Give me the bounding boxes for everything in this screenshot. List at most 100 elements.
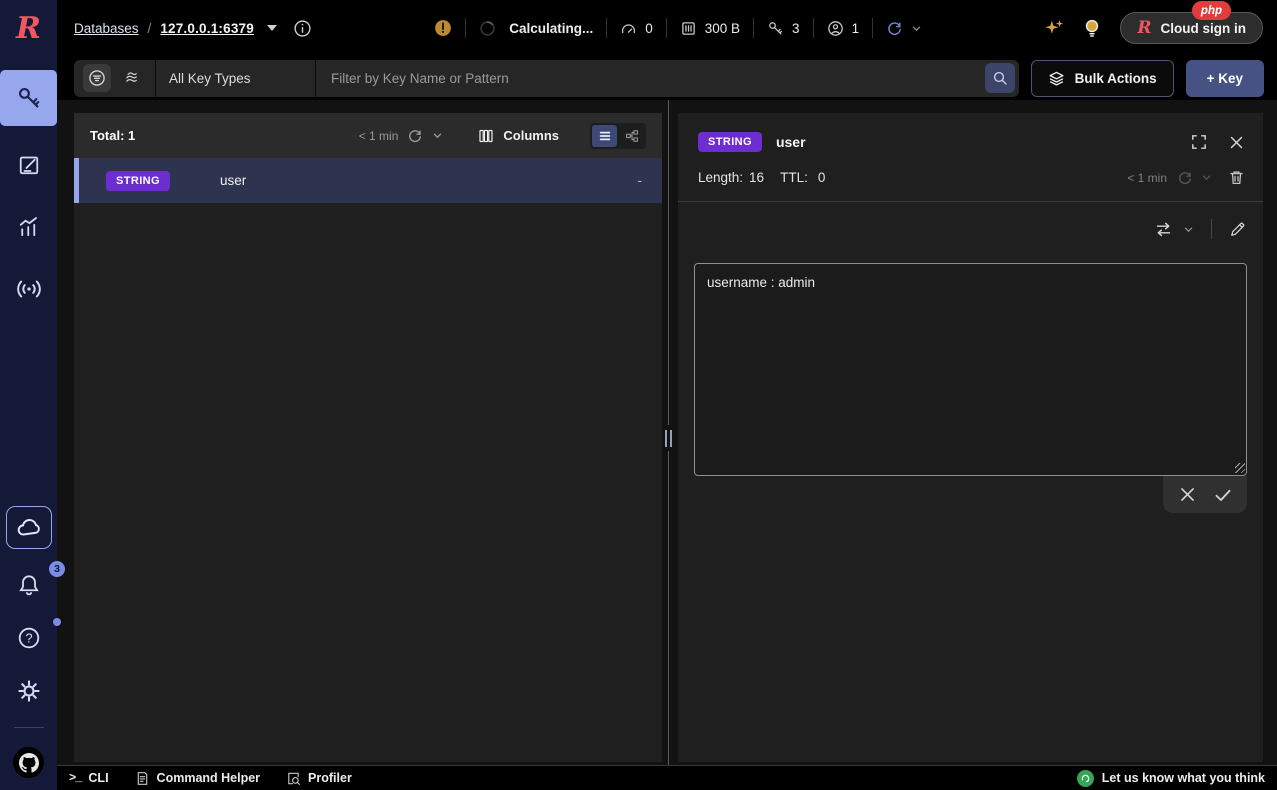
columns-toggle[interactable]: Columns	[478, 128, 559, 144]
format-chevron-icon[interactable]	[1183, 224, 1194, 235]
divider	[606, 18, 607, 38]
cloud-sign-in-button[interactable]: R Cloud sign in	[1120, 12, 1263, 44]
group-by-type-icon[interactable]	[118, 64, 146, 92]
refresh-icon	[886, 20, 903, 37]
insights-lightbulb-icon[interactable]	[1082, 18, 1102, 38]
value-edit-actions	[1163, 476, 1247, 513]
apply-edit-check-icon[interactable]	[1213, 485, 1233, 505]
format-exchange-icon[interactable]	[1154, 220, 1173, 239]
sidebar-item-notifications[interactable]: 3	[0, 568, 57, 602]
bulk-actions-label: Bulk Actions	[1075, 71, 1157, 86]
stat-memory-value: 300 B	[705, 21, 740, 36]
layers-icon	[1048, 70, 1065, 87]
cli-prompt-icon: >_	[69, 771, 81, 785]
key-search-area	[316, 60, 1019, 97]
details-refresh-chevron-icon[interactable]	[1201, 172, 1212, 183]
close-details-icon[interactable]	[1228, 134, 1245, 151]
sidebar-item-analytics[interactable]	[0, 210, 57, 244]
divider	[813, 18, 814, 38]
value-editor-textarea[interactable]: username : admin	[694, 263, 1247, 476]
panel-resize-handle[interactable]	[662, 425, 675, 451]
notifications-bell-icon	[17, 573, 41, 597]
sidebar-item-cloud[interactable]	[6, 506, 52, 549]
database-dropdown-caret-icon[interactable]	[267, 25, 277, 31]
database-info-icon[interactable]	[293, 19, 312, 38]
view-mode-toggle	[590, 123, 646, 149]
key-details-panel: STRING user Length: 16 TTL: 0 < 1 min	[678, 113, 1263, 762]
breadcrumb-databases-link[interactable]: Databases	[74, 21, 139, 36]
sidebar-item-pubsub[interactable]	[0, 272, 57, 306]
refresh-keys-icon[interactable]	[407, 128, 423, 144]
sidebar-item-workbench[interactable]	[0, 148, 57, 182]
key-search-input[interactable]	[329, 70, 985, 87]
stat-clients-value: 1	[852, 21, 860, 36]
details-type-badge: STRING	[698, 132, 762, 152]
breadcrumb-current-database[interactable]: 127.0.0.1:6379	[160, 21, 254, 36]
overview-refresh[interactable]	[886, 20, 922, 37]
tree-view-button[interactable]	[619, 125, 644, 147]
search-icon	[992, 70, 1008, 86]
feedback-link[interactable]: Let us know what you think	[1077, 770, 1265, 787]
help-icon: ?	[17, 626, 41, 650]
add-key-button[interactable]: + Key	[1186, 60, 1264, 97]
key-filter-assembly: All Key Types	[74, 60, 1019, 97]
feedback-label: Let us know what you think	[1102, 771, 1265, 785]
filter-bar: All Key Types Bulk Actions + Key	[57, 56, 1277, 100]
sidebar-item-settings[interactable]	[0, 674, 57, 708]
settings-gear-icon	[17, 679, 41, 703]
key-icon	[16, 85, 42, 111]
command-helper-button[interactable]: Command Helper	[135, 771, 261, 786]
stat-keys-value: 3	[792, 21, 800, 36]
key-ttl-value: -	[638, 173, 663, 188]
stat-keys: 3	[767, 20, 800, 37]
refresh-settings-chevron-icon[interactable]	[432, 130, 443, 141]
search-button[interactable]	[985, 63, 1015, 93]
svg-text:?: ?	[25, 631, 32, 646]
length-value: 16	[749, 170, 764, 185]
redis-logo[interactable]: R	[0, 0, 57, 56]
key-list-header: Total: 1 < 1 min Columns	[74, 113, 662, 158]
cloud-sign-in-label: Cloud sign in	[1161, 21, 1247, 36]
stat-cpu-value: 0	[645, 21, 653, 36]
bulk-actions-button[interactable]: Bulk Actions	[1031, 60, 1174, 97]
sidebar: R	[0, 0, 57, 790]
key-list-panel: Total: 1 < 1 min Columns	[74, 113, 662, 762]
fullscreen-expand-icon[interactable]	[1190, 133, 1208, 151]
profiler-button[interactable]: Profiler	[286, 771, 352, 786]
key-icon	[767, 20, 784, 37]
workbench-icon	[17, 153, 41, 177]
sidebar-item-github[interactable]	[13, 747, 44, 778]
divider	[666, 18, 667, 38]
stat-clients: 1	[827, 20, 860, 37]
delete-key-trash-icon[interactable]	[1228, 169, 1245, 186]
list-view-button[interactable]	[592, 125, 617, 147]
php-badge: php	[1192, 1, 1231, 20]
key-name: user	[220, 173, 246, 188]
cloud-icon	[16, 515, 42, 541]
sidebar-divider	[14, 727, 44, 728]
top-bar: Databases / 127.0.0.1:6379 Calculating..…	[57, 0, 1277, 56]
sidebar-item-help[interactable]: ?	[0, 621, 57, 655]
cli-button[interactable]: >_ CLI	[69, 771, 109, 785]
textarea-resize-handle[interactable]	[1235, 463, 1245, 473]
edit-value-pencil-icon[interactable]	[1229, 221, 1246, 238]
warning-icon[interactable]	[434, 19, 452, 37]
details-refresh-icon[interactable]	[1177, 170, 1193, 186]
filter-by-type-icon[interactable]	[83, 64, 111, 92]
copilot-sparkles-icon[interactable]	[1044, 18, 1064, 38]
clients-icon	[827, 20, 844, 37]
key-type-dropdown[interactable]: All Key Types	[156, 60, 316, 97]
ttl-value[interactable]: 0	[818, 170, 826, 185]
breadcrumb-separator: /	[148, 21, 152, 36]
ttl-label: TTL:	[780, 170, 808, 185]
pubsub-icon	[16, 276, 42, 302]
details-section-divider	[678, 201, 1263, 202]
sidebar-item-browse-keys[interactable]	[0, 70, 57, 126]
details-key-name[interactable]: user	[776, 134, 806, 150]
spinner-icon	[479, 20, 496, 37]
toolbar-divider	[1211, 219, 1212, 239]
divider	[753, 18, 754, 38]
command-helper-label: Command Helper	[157, 771, 261, 785]
cancel-edit-icon[interactable]	[1178, 485, 1197, 504]
key-row-user[interactable]: STRING user -	[74, 158, 662, 203]
